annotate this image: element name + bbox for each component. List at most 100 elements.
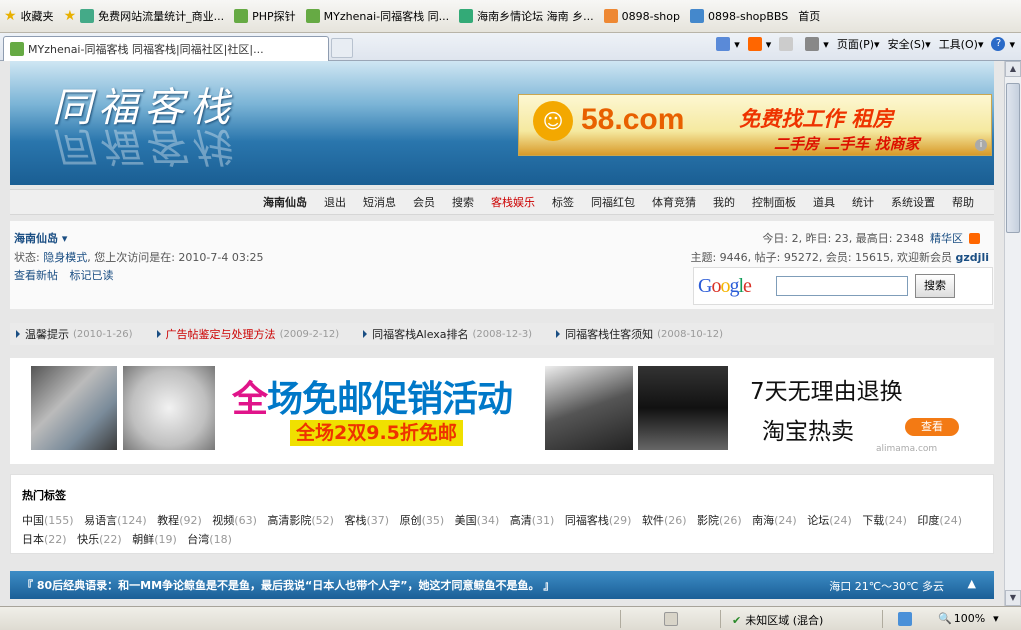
safety-menu[interactable]: 安全(S) ▾ [888, 36, 931, 52]
shoe-promo-banner[interactable]: 全场免邮促销活动 全场2双9.5折免邮 7天无理由退换 淘宝热卖 查看 alim… [10, 358, 994, 464]
tag-link[interactable]: 论坛(24) [807, 514, 852, 527]
nav-item-help[interactable]: 帮助 [952, 194, 974, 210]
new-member-link[interactable]: gzdjli [956, 251, 989, 264]
help-menu[interactable]: ? ▾ [991, 37, 1015, 51]
tag-link[interactable]: 台湾(18) [187, 533, 232, 546]
nav-item-sports[interactable]: 体育竞猜 [652, 194, 696, 210]
tag-link[interactable]: 日本(22) [22, 533, 67, 546]
fav-item-shopbbs[interactable]: 0898-shopBBS [690, 9, 788, 23]
scroll-down-arrow-icon[interactable]: ▼ [1005, 590, 1021, 606]
hot-tags-list: 中国(155) 易语言(124) 教程(92) 视频(63) 高清影院(52) … [22, 511, 982, 549]
tag-link[interactable]: 高清影院(52) [267, 514, 334, 527]
tag-link[interactable]: 教程(92) [157, 514, 202, 527]
tag-link[interactable]: 美国(34) [455, 514, 500, 527]
home-button[interactable]: ▾ [716, 37, 740, 51]
fav-item-hainan[interactable]: 海南乡情论坛 海南 乡... [459, 8, 594, 24]
ad-slogan-secondary: 二手房 二手车 找商家 [774, 135, 920, 153]
scrollbar-thumb[interactable] [1006, 83, 1020, 233]
zoom-control[interactable]: 🔍 100% ▾ [938, 612, 999, 625]
white-shoes-image [123, 366, 215, 450]
status-mode-link[interactable]: 隐身模式 [43, 251, 87, 264]
tag-link[interactable]: 视频(63) [212, 514, 257, 527]
tag-link[interactable]: 印度(24) [917, 514, 962, 527]
page-icon [305, 9, 320, 23]
mail-icon [779, 37, 794, 51]
tag-link[interactable]: 客栈(37) [344, 514, 389, 527]
tag-link[interactable]: 影院(26) [697, 514, 742, 527]
google-search-button[interactable]: 搜索 [915, 274, 955, 298]
add-favorite-icon: ★ [63, 8, 77, 24]
home-icon [716, 37, 731, 51]
bullet-arrow-icon [156, 330, 161, 338]
user-panel: 海南仙岛 ▾ 状态: 隐身模式, 您上次访问是在: 2010-7-4 03:25… [10, 221, 994, 309]
fav-item-home[interactable]: 首页 [798, 8, 820, 24]
page-menu[interactable]: 页面(P) ▾ [837, 36, 880, 52]
rss-icon[interactable] [969, 232, 980, 244]
shoes-rack-image [31, 366, 117, 450]
banner-taobao-hot: 淘宝热卖 [762, 419, 854, 445]
command-bar: ▾ ▾ ▾ 页面(P) ▾ 安全(S) ▾ 工具(O) ▾ ? ▾ [716, 36, 1015, 52]
google-search-input[interactable] [776, 276, 908, 296]
security-zone[interactable]: ✔ 未知区域 (混合) [732, 612, 823, 628]
google-logo: Google [698, 275, 752, 297]
tag-link[interactable]: 下载(24) [862, 514, 907, 527]
collapse-arrow-icon[interactable]: ▲ [968, 577, 976, 590]
nav-item-logout[interactable]: 退出 [324, 194, 346, 210]
nav-item-tags[interactable]: 标签 [552, 194, 574, 210]
tag-link[interactable]: 南海(24) [752, 514, 797, 527]
tag-link[interactable]: 朝鲜(19) [132, 533, 177, 546]
status-ie-protect[interactable] [898, 612, 916, 626]
mark-read-link[interactable]: 标记已读 [70, 269, 114, 282]
announcement-item[interactable]: 广告帖鉴定与处理方法 (2009-2-12) [156, 326, 339, 342]
fav-item-stats[interactable]: ★ 免费网站流量统计_商业... [64, 8, 225, 24]
tag-link[interactable]: 快乐(22) [77, 533, 122, 546]
main-nav: 海南仙岛 退出 短消息 会员 搜索 客栈娱乐 标签 同福红包 体育竞猜 我的 控… [10, 189, 994, 215]
highlight-area-link[interactable]: 精华区 [930, 230, 963, 246]
view-new-posts-link[interactable]: 查看新帖 [14, 269, 58, 282]
nav-item-entertainment[interactable]: 客栈娱乐 [491, 194, 535, 210]
favorites-button[interactable]: ★ 收藏夹 [4, 8, 54, 24]
site-logo-reflection: 同福客栈 [52, 123, 236, 169]
ie-page-icon [690, 9, 704, 23]
tag-link[interactable]: 同福客栈(29) [565, 514, 632, 527]
print-button[interactable]: ▾ [805, 37, 829, 51]
feeds-button[interactable]: ▾ [747, 37, 771, 51]
banner-view-button[interactable]: 查看 [905, 418, 959, 436]
nav-item-messages[interactable]: 短消息 [363, 194, 396, 210]
vertical-scrollbar[interactable]: ▲ ▼ [1004, 61, 1021, 606]
quote-bar: 『 80后经典语录：和一MM争论鲸鱼是不是鱼，最后我说“日本人也带个人字”，她这… [10, 571, 994, 599]
nav-item-mine[interactable]: 我的 [713, 194, 735, 210]
protected-mode-icon [898, 612, 912, 626]
ad-info-icon[interactable]: i [975, 139, 987, 151]
bullet-arrow-icon [556, 330, 561, 338]
nav-item-members[interactable]: 会员 [413, 194, 435, 210]
nav-item-control-panel[interactable]: 控制面板 [752, 194, 796, 210]
username-link[interactable]: 海南仙岛 ▾ [14, 230, 67, 246]
scroll-up-arrow-icon[interactable]: ▲ [1005, 61, 1021, 77]
nav-item-stats[interactable]: 统计 [852, 194, 874, 210]
nav-item-search[interactable]: 搜索 [452, 194, 474, 210]
ad-brand: 58.com [581, 103, 685, 136]
tag-link[interactable]: 原创(35) [400, 514, 445, 527]
tag-link[interactable]: 易语言(124) [84, 514, 147, 527]
nav-item-redpacket[interactable]: 同福红包 [591, 194, 635, 210]
help-icon: ? [991, 37, 1006, 51]
tab-active[interactable]: MYzhenai-同福客栈 同福客栈|同福社区|社区|... [3, 36, 329, 61]
tag-link[interactable]: 中国(155) [22, 514, 74, 527]
fav-item-shop[interactable]: 0898-shop [603, 9, 680, 23]
mail-button[interactable] [779, 37, 797, 51]
tag-link[interactable]: 高清(31) [510, 514, 555, 527]
nav-item-settings[interactable]: 系统设置 [891, 194, 935, 210]
announcement-item[interactable]: 同福客栈Alexa排名 (2008-12-3) [363, 326, 532, 342]
nav-item-props[interactable]: 道具 [813, 194, 835, 210]
announcement-item[interactable]: 温馨提示 (2010-1-26) [16, 326, 133, 342]
ad-58-banner[interactable]: ☺ 58.com 免费找工作 租房 二手房 二手车 找商家 i [518, 94, 992, 156]
tools-menu[interactable]: 工具(O) ▾ [939, 36, 984, 52]
fav-item-php[interactable]: PHP探针 [234, 8, 296, 24]
announcement-item[interactable]: 同福客栈住客须知 (2008-10-12) [556, 326, 723, 342]
nav-item-user[interactable]: 海南仙岛 [263, 194, 307, 210]
fav-item-myzhenai[interactable]: MYzhenai-同福客栈 同... [305, 8, 449, 24]
bullet-arrow-icon [363, 330, 368, 338]
tag-link[interactable]: 软件(26) [642, 514, 687, 527]
new-tab-button[interactable] [331, 38, 353, 58]
